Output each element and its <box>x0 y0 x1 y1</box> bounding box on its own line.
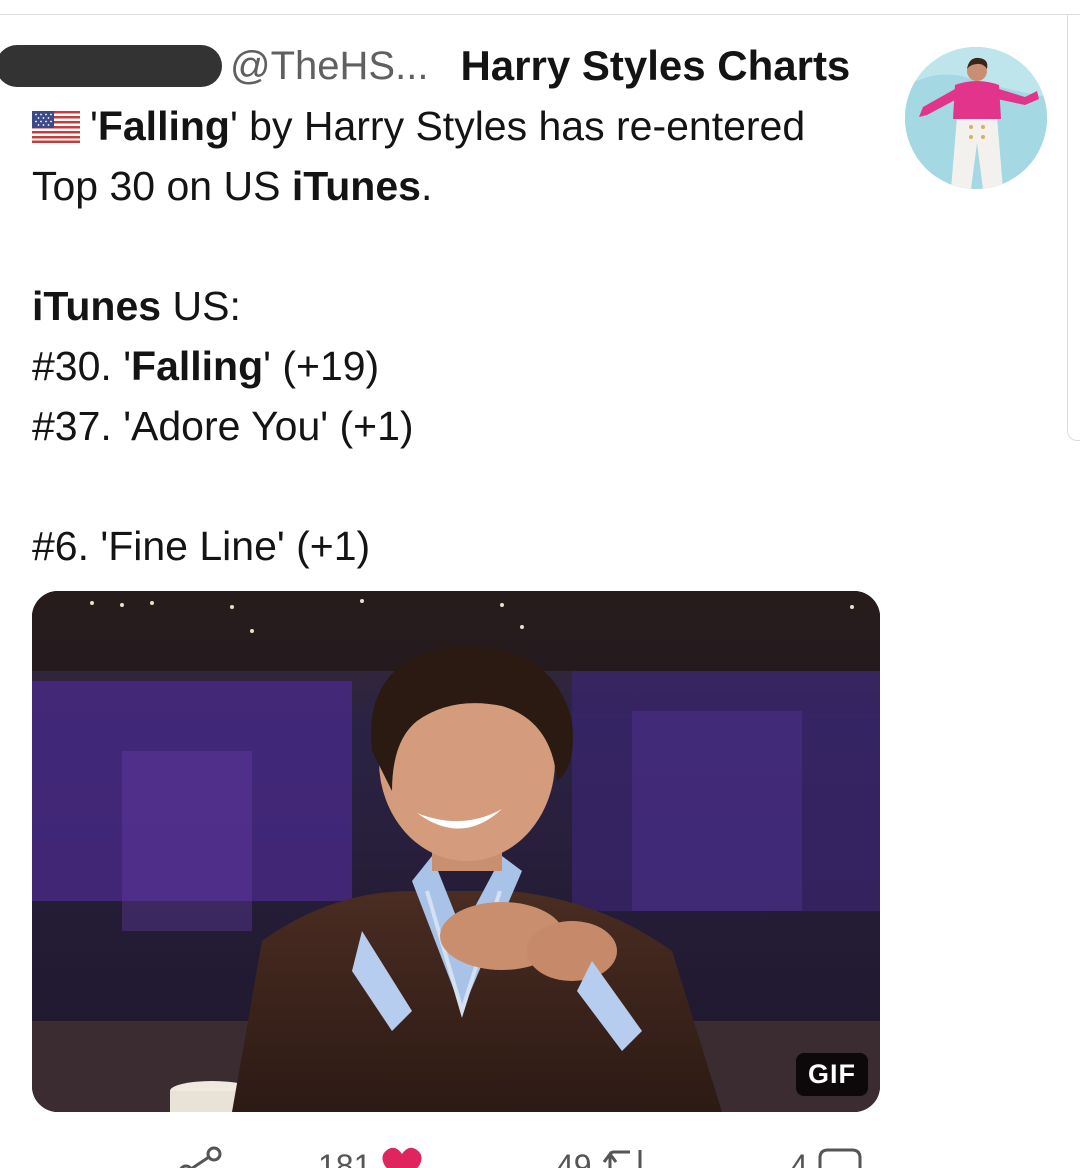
retweet-count: 49 <box>556 1148 592 1168</box>
tweet-header: @TheHS... Harry Styles Charts <box>0 34 850 98</box>
text-segment: . <box>420 163 433 209</box>
share-icon <box>178 1146 224 1168</box>
bold-itunes: iTunes <box>291 163 421 209</box>
scroll-edge <box>1067 15 1080 441</box>
us-flag-icon <box>32 99 80 159</box>
tweet-line-2: Top 30 on US iTunes. <box>32 156 892 216</box>
display-name[interactable]: Harry Styles Charts <box>460 42 850 90</box>
list-heading: iTunes US: <box>32 276 892 336</box>
text-segment: #37. 'Adore You' (+1) <box>32 403 414 449</box>
retweet-button[interactable]: 49 <box>556 1146 648 1168</box>
avatar-image <box>905 47 1047 189</box>
gif-badge: GIF <box>796 1053 868 1096</box>
text-segment: US: <box>161 283 241 329</box>
gif-frame-image <box>32 591 880 1112</box>
share-button[interactable] <box>178 1146 224 1168</box>
bold-song-title: Falling <box>131 343 264 389</box>
text-segment: ' (+19) <box>263 343 380 389</box>
bold-song-title: Falling <box>97 103 230 149</box>
like-count: 181 <box>318 1148 372 1168</box>
user-handle[interactable]: @TheHS... <box>230 44 428 89</box>
gif-media[interactable]: GIF <box>32 591 880 1112</box>
reply-count: 4 <box>790 1148 808 1168</box>
text-segment: #6. 'Fine Line' (+1) <box>32 523 371 569</box>
text-segment: #30. ' <box>32 343 132 389</box>
text-segment: ' <box>90 103 98 149</box>
text-segment: ' by Harry Styles has re-entered <box>229 103 806 149</box>
tweet-text: 'Falling' by Harry Styles has re-entered… <box>32 96 892 576</box>
reply-button[interactable]: 4 <box>790 1146 864 1168</box>
tweet-actions: 181 49 4 <box>0 1140 1080 1168</box>
bold-itunes: iTunes <box>32 283 162 329</box>
avatar[interactable] <box>905 47 1047 189</box>
album-entry: #6. 'Fine Line' (+1) <box>32 516 892 576</box>
chart-entry: #30. 'Falling' (+19) <box>32 336 892 396</box>
heart-icon <box>381 1146 423 1168</box>
reply-icon <box>818 1146 864 1168</box>
redacted-username <box>0 45 222 87</box>
retweet-icon <box>602 1146 648 1168</box>
top-divider <box>0 0 1080 15</box>
tweet-line-1: 'Falling' by Harry Styles has re-entered <box>32 96 892 156</box>
like-button[interactable]: 181 <box>318 1146 423 1168</box>
text-segment: Top 30 on US <box>32 163 292 209</box>
chart-entry: #37. 'Adore You' (+1) <box>32 396 892 456</box>
